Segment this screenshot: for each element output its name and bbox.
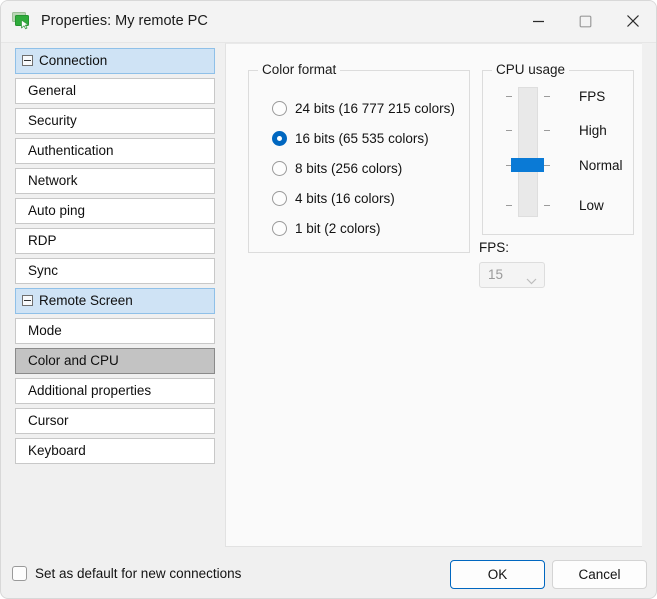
sidebar-group-connection[interactable]: Connection [15,48,215,74]
checkbox-icon[interactable] [12,566,27,581]
radio-label: 8 bits (256 colors) [295,161,402,176]
sidebar-item-keyboard[interactable]: Keyboard [15,438,215,464]
slider-track[interactable] [518,87,538,217]
radio-icon-selected [272,131,287,146]
sidebar-item-auto-ping[interactable]: Auto ping [15,198,215,224]
settings-content-panel: Color format 24 bits (16 777 215 colors)… [225,43,642,547]
slider-tick [506,205,512,206]
sidebar-item-label: Network [28,173,78,188]
ok-button[interactable]: OK [450,560,545,589]
cpu-usage-slider[interactable]: FPS High Normal Low [500,87,556,217]
radio-label: 1 bit (2 colors) [295,221,381,236]
radio-icon [272,221,287,236]
fps-select[interactable]: 15 [479,262,545,288]
maximize-icon [579,15,592,28]
remote-desktop-icon [12,11,33,32]
set-default-checkbox-row[interactable]: Set as default for new connections [12,566,241,581]
color-format-group: Color format 24 bits (16 777 215 colors)… [248,70,470,253]
cpu-usage-title: CPU usage [492,62,569,77]
sidebar-item-label: Security [28,113,77,128]
sidebar-item-label: Cursor [28,413,69,428]
radio-8-bits[interactable]: 8 bits (256 colors) [272,159,402,177]
sidebar-item-label: General [28,83,76,98]
window-title: Properties: My remote PC [41,11,208,31]
slider-tick [544,205,550,206]
settings-tree: Connection General Security Authenticati… [15,48,215,468]
sidebar-item-label: Remote Screen [39,293,133,308]
slider-tick [544,96,550,97]
sidebar-item-cursor[interactable]: Cursor [15,408,215,434]
collapse-minus-icon[interactable] [22,55,33,66]
sidebar-item-sync[interactable]: Sync [15,258,215,284]
radio-1-bit[interactable]: 1 bit (2 colors) [272,219,381,237]
radio-label: 16 bits (65 535 colors) [295,131,429,146]
fps-label: FPS: [479,240,509,255]
radio-label: 24 bits (16 777 215 colors) [295,101,455,116]
radio-label: 4 bits (16 colors) [295,191,395,206]
sidebar-item-label: Authentication [28,143,114,158]
cpu-usage-group: CPU usage FPS High Normal Low [482,70,634,235]
sidebar-item-security[interactable]: Security [15,108,215,134]
sidebar-item-rdp[interactable]: RDP [15,228,215,254]
set-default-label: Set as default for new connections [35,566,241,581]
color-format-title: Color format [258,62,340,77]
collapse-minus-icon[interactable] [22,295,33,306]
sidebar-item-label: RDP [28,233,57,248]
close-icon [626,14,640,28]
radio-24-bits[interactable]: 24 bits (16 777 215 colors) [272,99,455,117]
sidebar-item-color-and-cpu[interactable]: Color and CPU [15,348,215,374]
sidebar-item-authentication[interactable]: Authentication [15,138,215,164]
radio-icon [272,161,287,176]
sidebar-item-label: Color and CPU [28,353,119,368]
slider-tick [544,130,550,131]
sidebar-item-label: Connection [39,53,107,68]
sidebar-item-mode[interactable]: Mode [15,318,215,344]
minimize-button[interactable] [515,1,562,41]
slider-tick [544,165,550,166]
sidebar-item-network[interactable]: Network [15,168,215,194]
title-bar: Properties: My remote PC [1,1,656,43]
sidebar-item-additional-properties[interactable]: Additional properties [15,378,215,404]
sidebar-item-label: Keyboard [28,443,86,458]
slider-label-normal: Normal [579,158,623,173]
cancel-button[interactable]: Cancel [552,560,647,589]
radio-16-bits[interactable]: 16 bits (65 535 colors) [272,129,429,147]
sidebar-item-general[interactable]: General [15,78,215,104]
slider-tick [506,130,512,131]
slider-label-low: Low [579,198,604,213]
minimize-icon [532,15,545,28]
sidebar-group-remote-screen[interactable]: Remote Screen [15,288,215,314]
radio-icon [272,191,287,206]
maximize-button[interactable] [562,1,609,41]
radio-icon [272,101,287,116]
sidebar-item-label: Mode [28,323,62,338]
sidebar-item-label: Sync [28,263,58,278]
fps-value: 15 [488,267,503,282]
close-button[interactable] [609,1,656,41]
slider-thumb[interactable] [511,158,544,172]
properties-dialog-window: Properties: My remote PC Connection Gene… [0,0,657,599]
slider-label-high: High [579,123,607,138]
slider-label-fps: FPS [579,89,605,104]
sidebar-item-label: Auto ping [28,203,85,218]
slider-tick [506,96,512,97]
sidebar-item-label: Additional properties [28,383,151,398]
chevron-down-icon [526,272,537,290]
radio-4-bits[interactable]: 4 bits (16 colors) [272,189,395,207]
